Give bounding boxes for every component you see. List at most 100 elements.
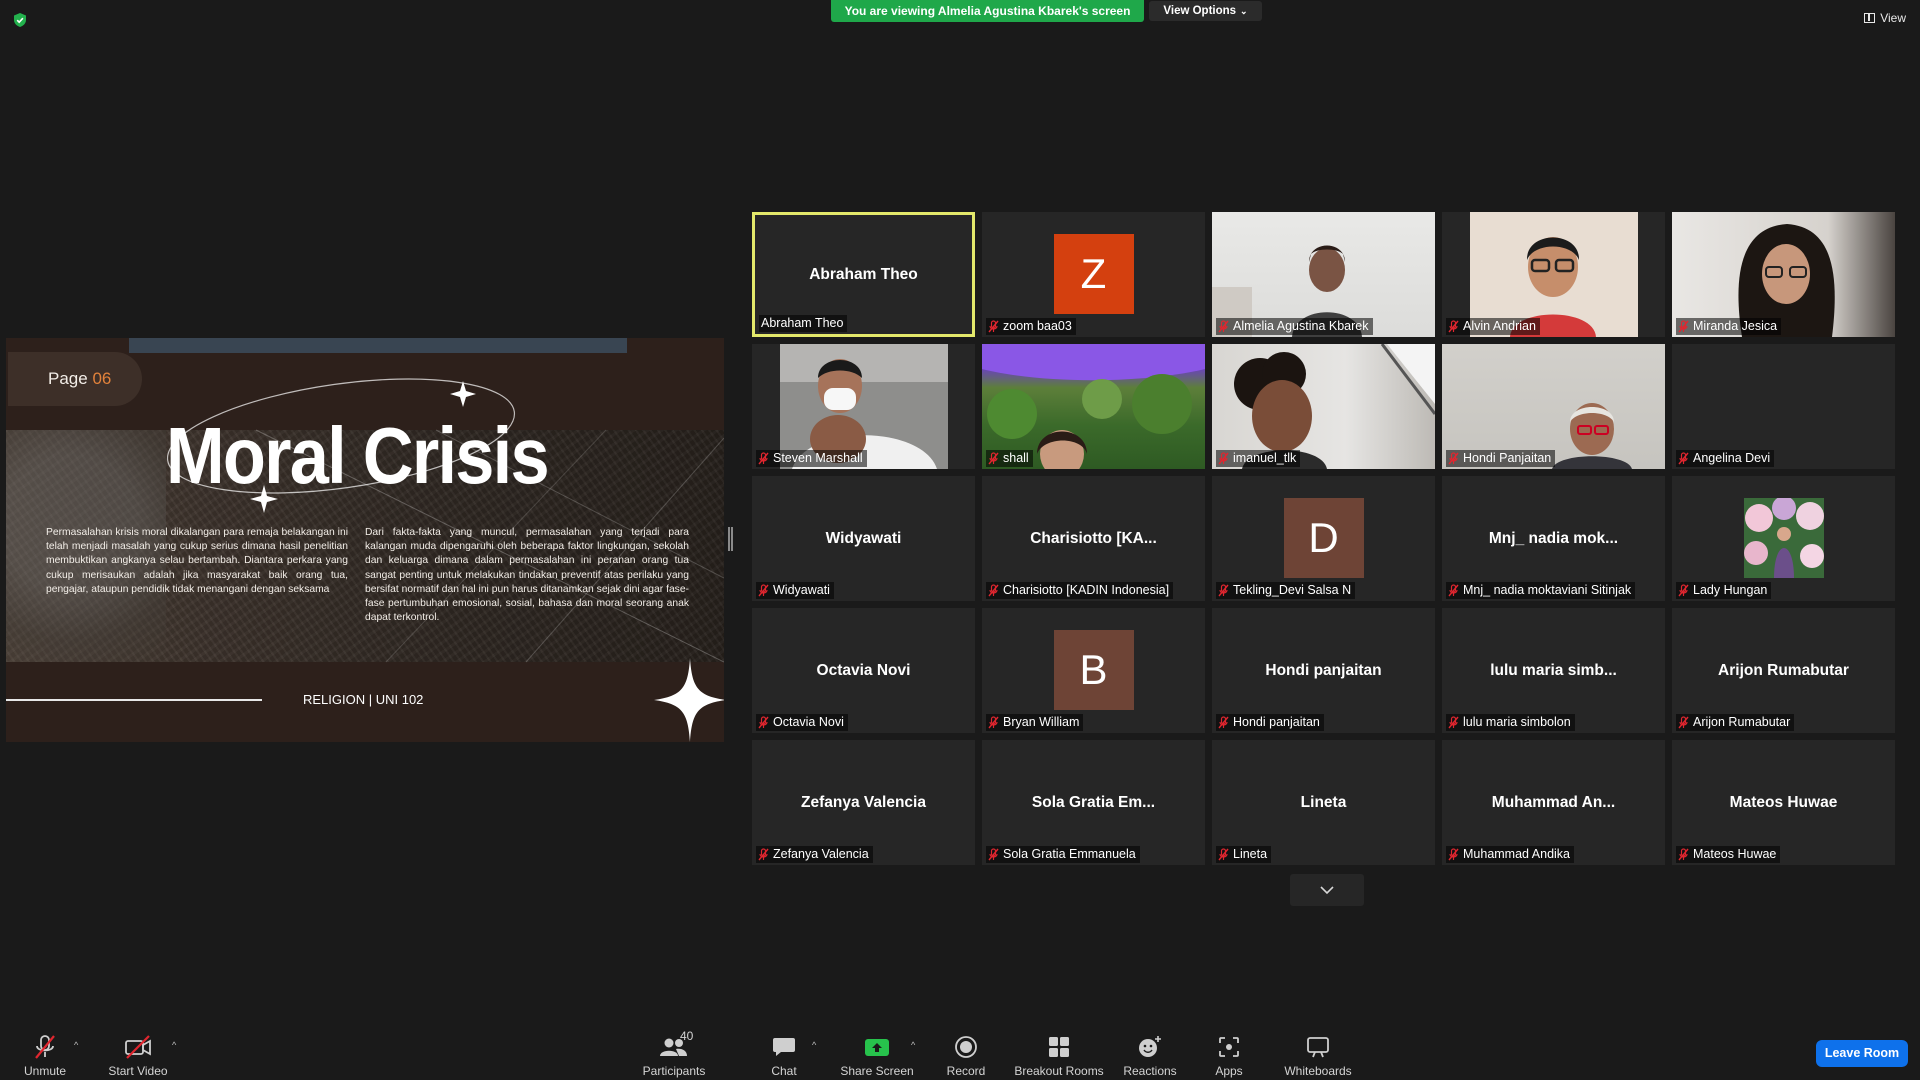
participant-display-name: Mnj_ nadia mok... bbox=[1488, 529, 1619, 547]
participant-tile[interactable]: lulu maria simb... lulu maria simbolon bbox=[1442, 608, 1665, 733]
participant-display-name: Octavia Novi bbox=[816, 661, 911, 679]
participant-tile[interactable]: Zefanya Valencia Zefanya Valencia bbox=[752, 740, 975, 865]
view-options-button[interactable]: View Options ⌄ bbox=[1149, 1, 1262, 21]
audio-options-caret-icon[interactable]: ^ bbox=[74, 1040, 78, 1050]
participant-name: Tekling_Devi Salsa N bbox=[1233, 583, 1352, 597]
participant-display-name: lulu maria simb... bbox=[1490, 661, 1617, 679]
participant-name-label: Charisiotto [KADIN Indonesia] bbox=[986, 582, 1174, 599]
participant-name-label: Lineta bbox=[1216, 846, 1272, 863]
encryption-shield-icon[interactable] bbox=[12, 12, 28, 28]
participant-display-name: Abraham Theo bbox=[809, 265, 918, 283]
gallery-next-page-button[interactable] bbox=[1290, 874, 1364, 906]
participant-name: Muhammad Andika bbox=[1463, 847, 1571, 861]
participant-tile[interactable]: Hondi panjaitan Hondi panjaitan bbox=[1212, 608, 1435, 733]
participant-name: Bryan William bbox=[1003, 715, 1080, 729]
participant-tile[interactable]: Lady Hungan bbox=[1672, 476, 1895, 601]
apps-label: Apps bbox=[1215, 1064, 1243, 1078]
chat-icon bbox=[773, 1038, 795, 1056]
participant-name: Abraham Theo bbox=[761, 316, 844, 330]
participant-tile[interactable]: Steven Marshall bbox=[752, 344, 975, 469]
slide-footer: RELIGION | UNI 102 bbox=[303, 692, 424, 707]
participant-name-label: Steven Marshall bbox=[756, 450, 867, 467]
muted-mic-icon bbox=[758, 584, 769, 597]
participant-tile[interactable]: Alvin Andrian bbox=[1442, 212, 1665, 337]
record-button[interactable]: Record bbox=[944, 1018, 988, 1080]
participant-name: Lady Hungan bbox=[1693, 583, 1768, 597]
participants-button[interactable]: 40 Participants bbox=[640, 1018, 708, 1080]
zoom-meeting-window: You are viewing Almelia Agustina Kbarek'… bbox=[0, 0, 1920, 1080]
breakout-rooms-icon bbox=[1049, 1037, 1069, 1057]
breakout-rooms-button[interactable]: Breakout Rooms bbox=[1012, 1018, 1106, 1080]
participant-display-name: Mateos Huwae bbox=[1729, 793, 1838, 811]
participant-tile[interactable]: Abraham Theo Abraham Theo bbox=[752, 212, 975, 337]
muted-mic-icon bbox=[988, 320, 999, 333]
chevron-down-icon: ⌄ bbox=[1240, 6, 1248, 16]
record-label: Record bbox=[946, 1064, 986, 1078]
whiteboards-button[interactable]: Whiteboards bbox=[1280, 1018, 1356, 1080]
participant-gallery: Abraham Theo Abraham Theo Zzoom baa03 Almel… bbox=[752, 212, 1902, 868]
page-label: Page bbox=[48, 369, 88, 388]
participant-tile[interactable]: Charisiotto [KA... Charisiotto [KADIN Ind… bbox=[982, 476, 1205, 601]
participant-tile[interactable]: Sola Gratia Em... Sola Gratia Emmanuela bbox=[982, 740, 1205, 865]
participant-tile[interactable]: imanuel_tlk bbox=[1212, 344, 1435, 469]
share-options-caret-icon[interactable]: ^ bbox=[911, 1040, 915, 1050]
participant-tile[interactable]: Lineta Lineta bbox=[1212, 740, 1435, 865]
muted-mic-icon bbox=[1448, 716, 1459, 729]
participant-tile[interactable]: B Bryan William bbox=[982, 608, 1205, 733]
participant-tile[interactable]: D Tekling_Devi Salsa N bbox=[1212, 476, 1435, 601]
participant-tile[interactable]: Zzoom baa03 bbox=[982, 212, 1205, 337]
participant-name-label: Abraham Theo bbox=[759, 315, 848, 332]
shared-screen: Page 06 Moral Crisis Permasalahan krisis… bbox=[6, 338, 724, 742]
participant-name: Hondi Panjaitan bbox=[1463, 451, 1552, 465]
participant-display-name: Arijon Rumabutar bbox=[1718, 661, 1849, 679]
leave-room-button[interactable]: Leave Room bbox=[1816, 1040, 1908, 1067]
slide-title: Moral Crisis bbox=[166, 411, 550, 500]
reactions-button[interactable]: Reactions bbox=[1120, 1018, 1180, 1080]
muted-mic-icon bbox=[1448, 452, 1459, 465]
participant-tile[interactable]: Almelia Agustina Kbarek bbox=[1212, 212, 1435, 337]
start-video-button[interactable]: Start Video bbox=[104, 1018, 172, 1080]
star-icon bbox=[654, 658, 724, 742]
participant-name-label: Widyawati bbox=[756, 582, 834, 599]
participant-tile[interactable]: Arijon Rumabutar Arijon Rumabutar bbox=[1672, 608, 1895, 733]
participant-display-name: Sola Gratia Em... bbox=[1031, 793, 1156, 811]
participant-tile[interactable]: Muhammad An... Muhammad Andika bbox=[1442, 740, 1665, 865]
participant-name: Alvin Andrian bbox=[1463, 319, 1536, 333]
slide-left-paragraph: Permasalahan krisis moral dikalangan par… bbox=[46, 527, 348, 595]
participant-name-label: Hondi panjaitan bbox=[1216, 714, 1324, 731]
viewing-screen-banner: You are viewing Almelia Agustina Kbarek'… bbox=[831, 0, 1144, 22]
meeting-toolbar: Unmute ^ Start Video ^ 40 Participants C… bbox=[0, 1018, 1920, 1080]
chat-options-caret-icon[interactable]: ^ bbox=[812, 1040, 816, 1050]
participant-name-label: Lady Hungan bbox=[1676, 582, 1772, 599]
muted-mic-icon bbox=[988, 452, 999, 465]
participant-tile[interactable]: Octavia Novi Octavia Novi bbox=[752, 608, 975, 733]
participant-name: Sola Gratia Emmanuela bbox=[1003, 847, 1136, 861]
whiteboard-icon bbox=[1307, 1037, 1329, 1058]
view-button[interactable]: View bbox=[1864, 11, 1906, 25]
share-screen-label: Share Screen bbox=[840, 1064, 914, 1078]
participant-tile[interactable]: shall bbox=[982, 344, 1205, 469]
participant-tile[interactable]: Mateos Huwae Mateos Huwae bbox=[1672, 740, 1895, 865]
participant-display-name: Hondi panjaitan bbox=[1265, 661, 1382, 679]
video-options-caret-icon[interactable]: ^ bbox=[172, 1040, 176, 1050]
view-options-label: View Options bbox=[1163, 5, 1237, 17]
apps-button[interactable]: Apps bbox=[1208, 1018, 1250, 1080]
muted-mic-icon bbox=[758, 848, 769, 861]
participant-tile[interactable]: Miranda Jesica bbox=[1672, 212, 1895, 337]
share-screen-button[interactable]: Share Screen bbox=[840, 1018, 914, 1080]
chat-button[interactable]: Chat bbox=[763, 1018, 805, 1080]
participant-tile[interactable]: Angelina Devi bbox=[1672, 344, 1895, 469]
participants-count: 40 bbox=[680, 1029, 694, 1043]
participant-tile[interactable]: Hondi Panjaitan bbox=[1442, 344, 1665, 469]
unmute-button[interactable]: Unmute bbox=[18, 1018, 72, 1080]
breakout-rooms-label: Breakout Rooms bbox=[1014, 1064, 1104, 1078]
share-screen-icon bbox=[865, 1039, 889, 1056]
participant-name-label: Alvin Andrian bbox=[1446, 318, 1540, 335]
profile-picture bbox=[1743, 498, 1824, 578]
split-view-divider[interactable] bbox=[728, 527, 733, 551]
participant-tile[interactable]: Widyawati Widyawati bbox=[752, 476, 975, 601]
participant-display-name: Zefanya Valencia bbox=[801, 793, 926, 811]
participant-name-label: Arijon Rumabutar bbox=[1676, 714, 1795, 731]
muted-mic-icon bbox=[1218, 320, 1229, 333]
participant-tile[interactable]: Mnj_ nadia mok... Mnj_ nadia moktaviani S… bbox=[1442, 476, 1665, 601]
